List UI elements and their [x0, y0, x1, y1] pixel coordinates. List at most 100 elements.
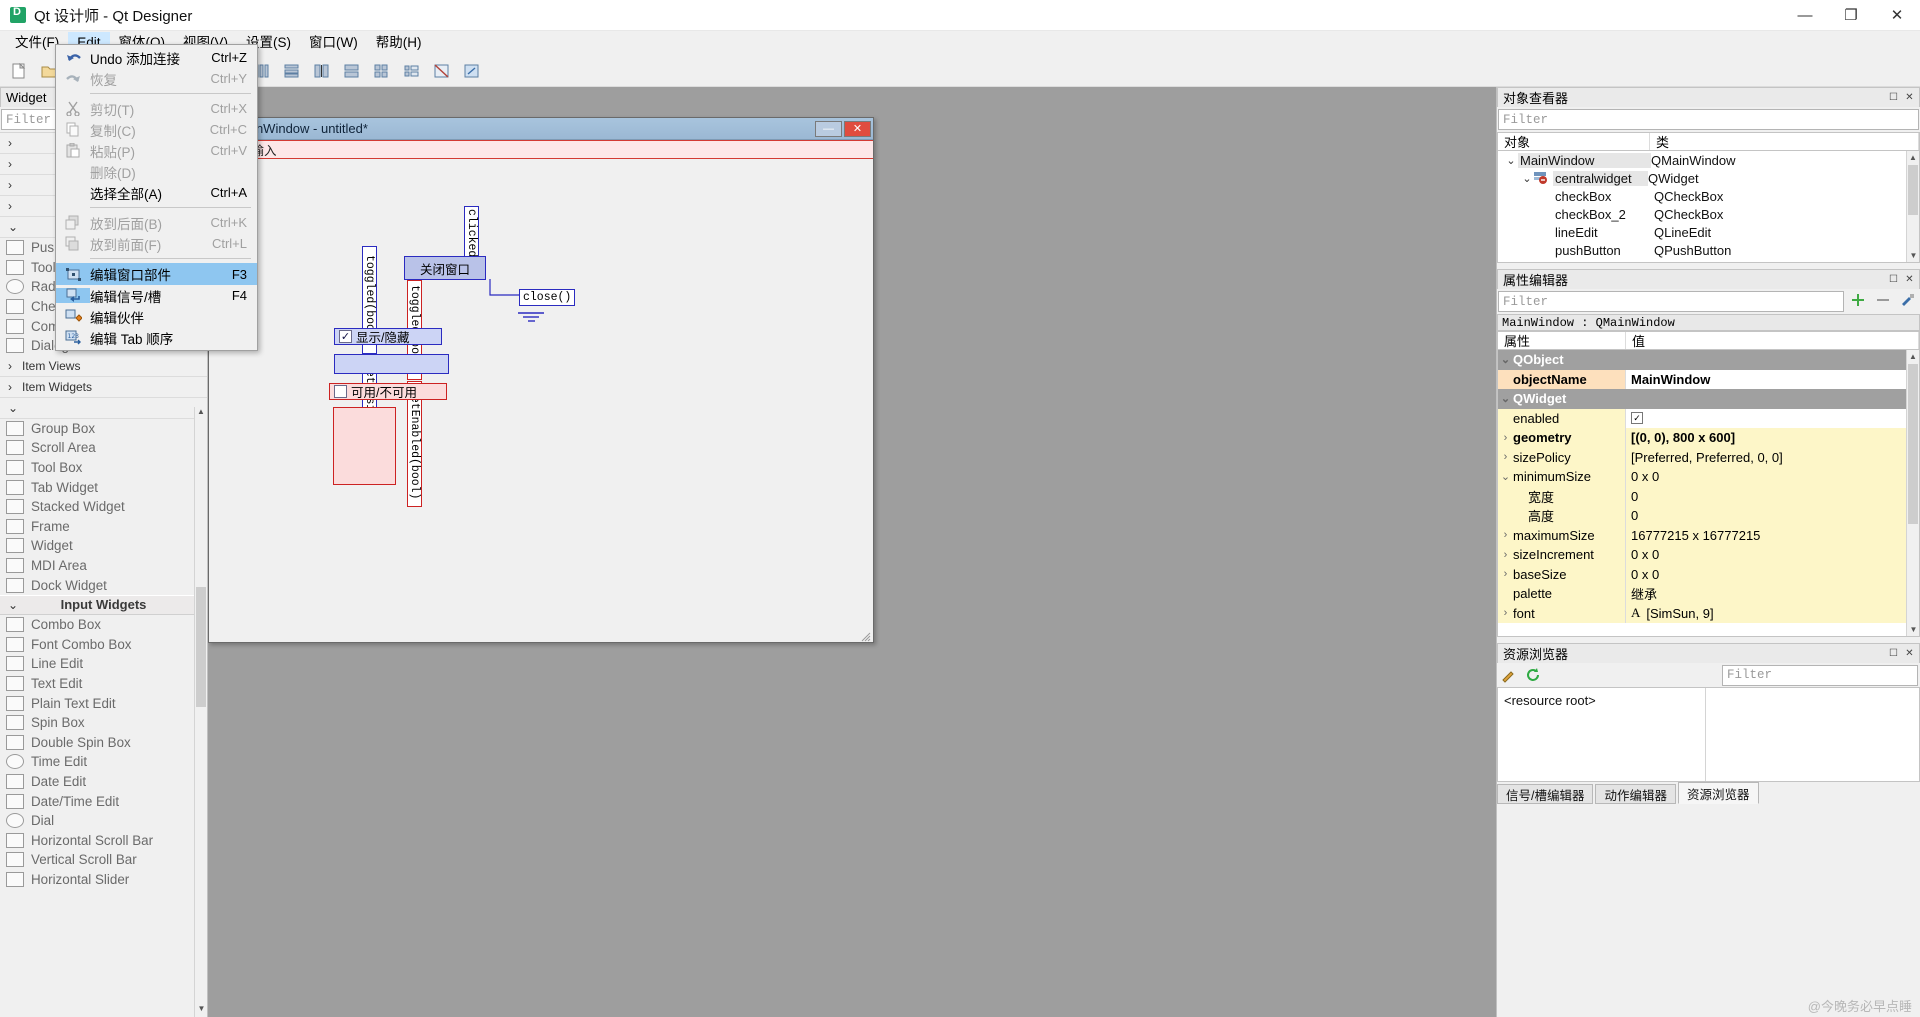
widget-item-dock-widget[interactable]: Dock Widget: [0, 575, 207, 595]
widget-item-date-time-edit[interactable]: Date/Time Edit: [0, 791, 207, 811]
design-canvas[interactable]: Qt MainWindow - untitled* — ✕ 在这里输入 clic…: [208, 87, 1496, 1017]
layout-vertical-icon[interactable]: [279, 58, 305, 84]
chevron-right-icon[interactable]: ›: [1498, 451, 1513, 463]
form-minimize-button[interactable]: —: [815, 120, 842, 137]
object-inspector-tree[interactable]: ⌄ MainWindow QMainWindow ⌄ centralwidget…: [1497, 151, 1920, 263]
new-form-icon[interactable]: [6, 58, 32, 84]
form-resize-grip[interactable]: [861, 630, 871, 642]
form-window[interactable]: Qt MainWindow - untitled* — ✕ 在这里输入 clic…: [208, 117, 874, 643]
configure-icon[interactable]: [1897, 292, 1919, 311]
chevron-down-icon[interactable]: ⌄: [1498, 392, 1513, 405]
chevron-right-icon[interactable]: ›: [1498, 432, 1513, 444]
chevron-right-icon[interactable]: ›: [1498, 529, 1513, 541]
widget-box-scrollbar[interactable]: ▲ ▼: [194, 407, 207, 1017]
chevron-right-icon[interactable]: ›: [1498, 549, 1513, 561]
menu-item-copy[interactable]: 复制(C) Ctrl+C: [56, 119, 257, 140]
property-value[interactable]: 0: [1626, 486, 1919, 506]
property-row-font[interactable]: › font A [SimSun, 9]: [1498, 603, 1919, 623]
layout-form-icon[interactable]: [399, 58, 425, 84]
property-editor-table[interactable]: ⌄ QObject objectName MainWindow ⌄ QWidge…: [1497, 350, 1920, 637]
widget-group-item-widgets[interactable]: › Item Widgets: [0, 376, 207, 398]
property-row-sizeincrement[interactable]: › sizeIncrement 0 x 0: [1498, 545, 1919, 565]
remove-property-icon[interactable]: [1872, 292, 1894, 311]
widget-item-time-edit[interactable]: Time Edit: [0, 752, 207, 772]
menu-item-redo[interactable]: 恢复 Ctrl+Y: [56, 68, 257, 89]
chevron-right-icon[interactable]: ›: [1498, 568, 1513, 580]
tab-resource-browser[interactable]: 资源浏览器: [1678, 782, 1759, 804]
property-row-geometry[interactable]: › geometry [(0, 0), 800 x 600]: [1498, 428, 1919, 448]
scroll-down-arrow[interactable]: ▼: [195, 1004, 208, 1017]
edit-dropdown-menu[interactable]: Undo 添加连接 Ctrl+Z 恢复 Ctrl+Y 剪切(T) Ctrl+X …: [55, 44, 258, 351]
menu-item-edit-widgets[interactable]: 编辑窗口部件 F3: [56, 263, 257, 285]
menu-item-paste[interactable]: 粘贴(P) Ctrl+V: [56, 140, 257, 161]
menu-item-undo[interactable]: Undo 添加连接 Ctrl+Z: [56, 47, 257, 68]
widget-item-line-edit[interactable]: Line Edit: [0, 654, 207, 674]
property-editor-filter[interactable]: Filter: [1498, 291, 1844, 312]
chevron-right-icon[interactable]: ›: [1498, 607, 1513, 619]
check-box-2-indicator[interactable]: [334, 385, 347, 398]
widget-item-double-spin-box[interactable]: Double Spin Box: [0, 732, 207, 752]
widget-item-plain-text-edit[interactable]: Plain Text Edit: [0, 693, 207, 713]
menu-item-edit-tab-order[interactable]: 123 编辑 Tab 顺序: [56, 327, 257, 348]
object-row-checkbox-2[interactable]: checkBox_2 QCheckBox: [1498, 205, 1919, 223]
scroll-thumb[interactable]: [196, 587, 206, 707]
resource-tree[interactable]: <resource root>: [1498, 688, 1706, 781]
tab-signal-slot-editor[interactable]: 信号/槽编辑器: [1497, 784, 1594, 804]
widget-item-tab-widget[interactable]: Tab Widget: [0, 477, 207, 497]
scroll-thumb[interactable]: [1908, 364, 1918, 524]
widget-group-item-views[interactable]: › Item Views: [0, 355, 207, 377]
property-value[interactable]: MainWindow: [1626, 369, 1919, 389]
resource-browser-body[interactable]: <resource root>: [1497, 687, 1920, 782]
menu-item-select-all[interactable]: 选择全部(A) Ctrl+A: [56, 182, 257, 203]
object-row-centralwidget[interactable]: ⌄ centralwidget QWidget: [1498, 169, 1919, 187]
widget-item-h-scroll-bar[interactable]: Horizontal Scroll Bar: [0, 830, 207, 850]
check-box-indicator[interactable]: ✓: [339, 330, 352, 343]
menu-item-cut[interactable]: 剪切(T) Ctrl+X: [56, 98, 257, 119]
property-row-minimumsize[interactable]: ⌄ minimumSize 0 x 0: [1498, 467, 1919, 487]
break-layout-icon[interactable]: [429, 58, 455, 84]
property-row-sizepolicy[interactable]: › sizePolicy [Preferred, Preferred, 0, 0…: [1498, 447, 1919, 467]
maximize-button[interactable]: ❐: [1828, 0, 1874, 31]
resource-preview[interactable]: [1706, 688, 1919, 781]
scroll-up-arrow[interactable]: ▲: [195, 407, 207, 420]
property-row-enabled[interactable]: enabled ✓ ▼: [1498, 408, 1919, 428]
widget-item-frame[interactable]: Frame: [0, 517, 207, 537]
property-row-basesize[interactable]: › baseSize 0 x 0: [1498, 564, 1919, 584]
tab-action-editor[interactable]: 动作编辑器: [1595, 784, 1676, 804]
add-property-icon[interactable]: [1847, 292, 1869, 311]
scroll-down-arrow[interactable]: ▼: [1907, 249, 1919, 262]
close-icon[interactable]: ✕: [1903, 91, 1916, 104]
property-value[interactable]: [(0, 0), 800 x 600]: [1626, 428, 1919, 448]
property-group-qwidget[interactable]: ⌄ QWidget: [1498, 389, 1919, 409]
widget-item-spin-box[interactable]: Spin Box: [0, 713, 207, 733]
property-value[interactable]: 继承: [1626, 584, 1919, 604]
scroll-down-arrow[interactable]: ▼: [1907, 623, 1919, 636]
object-row-checkbox[interactable]: checkBox QCheckBox: [1498, 187, 1919, 205]
reload-icon[interactable]: [1521, 664, 1545, 686]
menu-item-bring-to-front[interactable]: 放到前面(F) Ctrl+L: [56, 233, 257, 254]
scroll-up-arrow[interactable]: ▲: [1907, 151, 1919, 164]
widget-item-v-scroll-bar[interactable]: Vertical Scroll Bar: [0, 850, 207, 870]
widget-item-stacked-widget[interactable]: Stacked Widget: [0, 497, 207, 517]
float-icon[interactable]: ☐: [1887, 273, 1900, 286]
widget-item-combo-box[interactable]: Combo Box: [0, 615, 207, 635]
chevron-down-icon[interactable]: ⌄: [1498, 353, 1513, 366]
menu-item-edit-signals-slots[interactable]: 编辑信号/槽 F4: [56, 285, 257, 306]
form-widget-check-box-2[interactable]: 可用/不可用: [329, 383, 447, 400]
close-icon[interactable]: ✕: [1903, 273, 1916, 286]
property-row-minwidth[interactable]: 宽度 0: [1498, 486, 1919, 506]
property-value[interactable]: [SimSun, 9]: [1646, 606, 1713, 621]
close-button[interactable]: ✕: [1874, 0, 1920, 31]
float-icon[interactable]: ☐: [1887, 91, 1900, 104]
adjust-size-icon[interactable]: [459, 58, 485, 84]
form-close-button[interactable]: ✕: [844, 120, 871, 137]
scroll-up-arrow[interactable]: ▲: [1907, 350, 1919, 363]
widget-item-date-edit[interactable]: Date Edit: [0, 772, 207, 792]
property-row-maximumsize[interactable]: › maximumSize 16777215 x 16777215: [1498, 525, 1919, 545]
menu-item-send-to-back[interactable]: 放到后面(B) Ctrl+K: [56, 212, 257, 233]
widget-item-widget[interactable]: Widget: [0, 536, 207, 556]
object-row-lineedit[interactable]: lineEdit QLineEdit: [1498, 223, 1919, 241]
menu-help[interactable]: 帮助(H): [367, 32, 431, 54]
widget-item-font-combo-box[interactable]: Font Combo Box: [0, 635, 207, 655]
layout-splitter-h-icon[interactable]: [309, 58, 335, 84]
